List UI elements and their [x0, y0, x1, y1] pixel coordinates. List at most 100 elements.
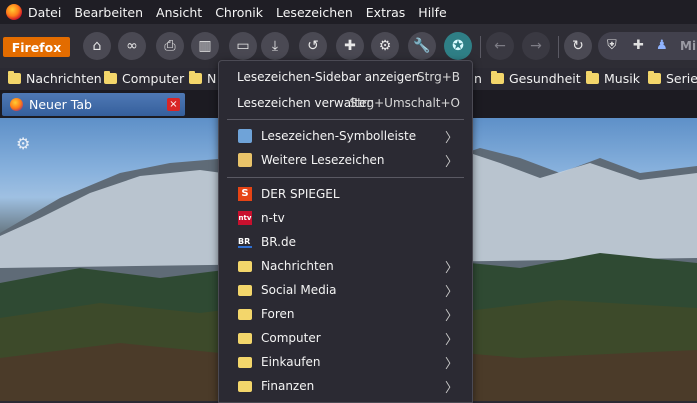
bookmark-label: Serie	[666, 71, 697, 86]
url-bar[interactable]: ⛨ ✚ ♟ Mi	[598, 32, 697, 60]
menuitem-label: Weitere Lesezeichen	[261, 153, 385, 167]
tab-neuer-tab[interactable]: Neuer Tab ×	[2, 93, 185, 116]
bookmark-folder-computer[interactable]: Computer	[104, 71, 184, 86]
menu-datei[interactable]: Datei	[28, 5, 61, 20]
menuitem-bookmarks-toolbar[interactable]: Lesezeichen-Symbolleiste 〉	[219, 125, 472, 147]
newtab-settings-gear-icon[interactable]: ⚙	[16, 134, 30, 153]
menuitem-label: Computer	[261, 331, 321, 345]
chevron-right-icon: 〉	[444, 284, 458, 300]
folder-icon	[8, 71, 21, 84]
menuitem-folder-finanzen[interactable]: Finanzen 〉	[219, 375, 472, 397]
puzzle-icon[interactable]: ✚	[633, 38, 644, 53]
menuitem-bookmark-spiegel[interactable]: S DER SPIEGEL	[219, 183, 472, 205]
account-icon[interactable]: ♟	[656, 38, 668, 53]
folder-icon	[104, 71, 117, 84]
bookmark-label: n	[474, 71, 482, 86]
folder-icon	[238, 261, 252, 272]
menu-hilfe[interactable]: Hilfe	[418, 5, 446, 20]
toolbar-divider	[558, 36, 559, 58]
chevron-right-icon: 〉	[444, 380, 458, 396]
url-text: Mi	[680, 39, 697, 53]
firefox-logo-icon	[6, 4, 22, 20]
shortcut-label: Strg+Umschalt+O	[349, 96, 460, 110]
chevron-right-icon: 〉	[444, 130, 458, 146]
print-icon[interactable]: ⎙	[156, 32, 184, 60]
menuitem-label: Finanzen	[261, 379, 315, 393]
menu-ansicht[interactable]: Ansicht	[156, 5, 202, 20]
folder-icon	[238, 309, 252, 320]
bookmark-folder-gesundheit[interactable]: Gesundheit	[491, 71, 581, 86]
menuitem-folder-einkaufen[interactable]: Einkaufen 〉	[219, 351, 472, 373]
menu-lesezeichen[interactable]: Lesezeichen	[276, 5, 353, 20]
menuitem-label: n-tv	[261, 211, 285, 225]
menuitem-label: Lesezeichen-Sidebar anzeigen	[237, 70, 420, 84]
menuitem-label: Einkaufen	[261, 355, 321, 369]
menuitem-label: DER SPIEGEL	[261, 187, 340, 201]
menuitem-other-bookmarks[interactable]: Weitere Lesezeichen 〉	[219, 149, 472, 171]
folder-icon	[491, 71, 504, 84]
menu-chronik[interactable]: Chronik	[215, 5, 263, 20]
folder-icon	[238, 333, 252, 344]
close-tab-icon[interactable]: ×	[167, 98, 180, 111]
chevron-right-icon: 〉	[444, 154, 458, 170]
toolbar-divider	[480, 36, 481, 58]
back-arrow-icon[interactable]: ←	[486, 32, 514, 60]
menuitem-label: Foren	[261, 307, 295, 321]
forward-arrow-icon[interactable]: →	[522, 32, 550, 60]
extensions-icon[interactable]: ✚	[336, 32, 364, 60]
menuitem-show-sidebar[interactable]: Lesezeichen-Sidebar anzeigen Strg+B	[219, 66, 472, 88]
menuitem-folder-foren[interactable]: Foren 〉	[219, 303, 472, 325]
reload-icon[interactable]: ↻	[564, 32, 592, 60]
bookmark-folder-musik[interactable]: Musik	[586, 71, 640, 86]
spiegel-icon: S	[238, 187, 252, 201]
bookmark-folder-partial[interactable]: N	[189, 71, 216, 86]
menu-bearbeiten[interactable]: Bearbeiten	[74, 5, 143, 20]
menu-bar: Datei Bearbeiten Ansicht Chronik Lesezei…	[0, 0, 697, 24]
menuitem-label: Social Media	[261, 283, 337, 297]
home-icon[interactable]: ⌂	[83, 32, 111, 60]
menu-extras[interactable]: Extras	[366, 5, 406, 20]
folder-icon	[189, 71, 202, 84]
menuitem-folder-social-media[interactable]: Social Media 〉	[219, 279, 472, 301]
ntv-icon: ntv	[238, 211, 252, 225]
folder-icon	[648, 71, 661, 84]
bookmarks-menu: Lesezeichen-Sidebar anzeigen Strg+B Lese…	[218, 60, 473, 403]
menuitem-folder-computer[interactable]: Computer 〉	[219, 327, 472, 349]
menu-separator	[227, 119, 464, 120]
chevron-right-icon: 〉	[444, 308, 458, 324]
bookmark-folder-nachrichten[interactable]: Nachrichten	[8, 71, 102, 86]
settings-icon[interactable]: ⚙	[371, 32, 399, 60]
chevron-right-icon: 〉	[444, 332, 458, 348]
history-icon[interactable]: ↺	[299, 32, 327, 60]
tab-title: Neuer Tab	[29, 97, 92, 112]
folder-icon	[238, 285, 252, 296]
bookmark-partial-text[interactable]: n	[474, 71, 482, 86]
menuitem-bookmark-ntv[interactable]: ntv n-tv	[219, 207, 472, 229]
infinity-icon[interactable]: ∞	[118, 32, 146, 60]
folder-icon	[586, 71, 599, 84]
folder-icon	[238, 357, 252, 368]
bookmarks-toolbar-icon	[238, 129, 252, 143]
menuitem-bookmark-br[interactable]: BR BR.de	[219, 231, 472, 253]
sidebar-icon[interactable]: ▥	[191, 32, 219, 60]
br-icon: BR	[238, 237, 252, 248]
menuitem-label: Nachrichten	[261, 259, 334, 273]
bookmark-label: N	[207, 71, 217, 86]
wrench-icon[interactable]: 🔧	[408, 32, 436, 60]
window-icon[interactable]: ▭	[229, 32, 257, 60]
shortcut-label: Strg+B	[417, 70, 460, 84]
shield-icon[interactable]: ⛨	[607, 38, 617, 53]
menuitem-label: BR.de	[261, 235, 296, 249]
download-icon[interactable]: ⤓	[261, 32, 289, 60]
other-bookmarks-icon	[238, 153, 252, 167]
menuitem-folder-nachrichten[interactable]: Nachrichten 〉	[219, 255, 472, 277]
firefox-app-button[interactable]: Firefox	[3, 37, 70, 57]
bookmark-label: Gesundheit	[509, 71, 581, 86]
bookmark-label: Musik	[604, 71, 640, 86]
menuitem-manage-bookmarks[interactable]: Lesezeichen verwalten Strg+Umschalt+O	[219, 92, 472, 114]
chevron-right-icon: 〉	[444, 356, 458, 372]
bookmark-folder-serie[interactable]: Serie	[648, 71, 697, 86]
menu-separator	[227, 177, 464, 178]
bookmark-label: Nachrichten	[26, 71, 102, 86]
addon-icon[interactable]: ✪	[444, 32, 472, 60]
